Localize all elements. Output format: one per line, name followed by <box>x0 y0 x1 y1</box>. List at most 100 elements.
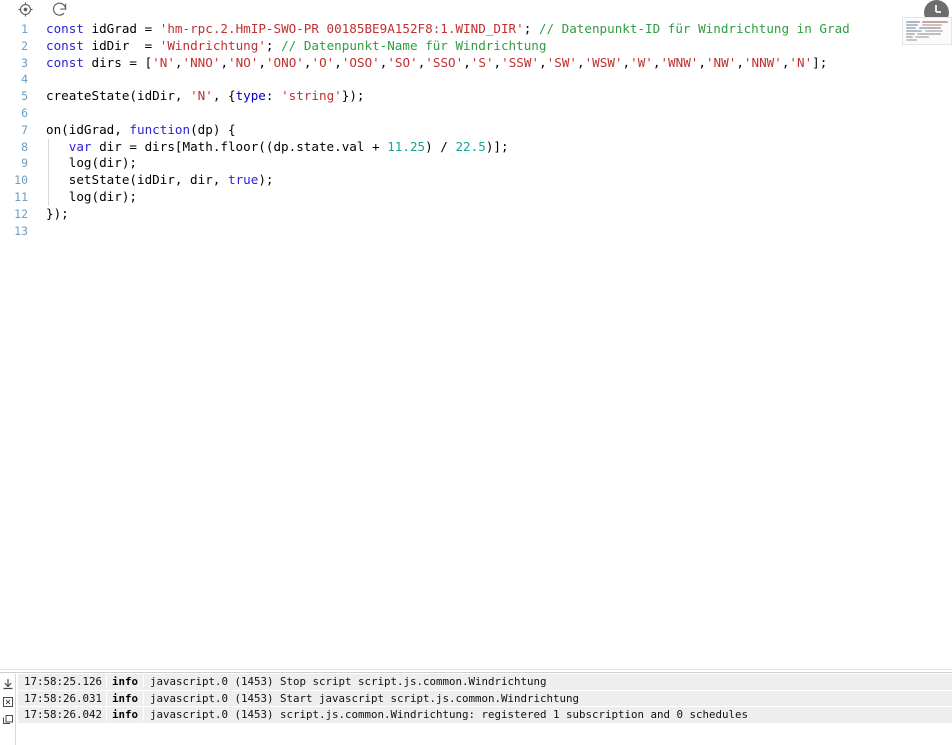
code-text[interactable]: createState(idDir, 'N', {type: 'string'}… <box>34 88 952 105</box>
log-panel: 17:58:25.126 info javascript.0 (1453) Stop… <box>0 674 952 745</box>
token-pun: , { <box>212 88 236 104</box>
token-cmt: // Datenpunkt-ID für Windrichtung in Gra… <box>538 21 850 36</box>
token-pun: , <box>258 54 266 70</box>
script-editor-window: 1 const idGrad = 'hm-rpc.2.HmIP-SWO-PR 00… <box>0 0 952 745</box>
code-text[interactable]: log(dir); <box>34 155 952 172</box>
token-pun: ; <box>523 21 539 36</box>
code-text[interactable] <box>34 71 952 88</box>
token-pun: createState(idDir, <box>46 88 191 104</box>
token-pun: , <box>622 54 631 70</box>
code-text[interactable]: const idDir = 'Windrichtung'; // Datenpu… <box>34 38 952 55</box>
code-line[interactable]: 11 log(dir); <box>0 189 952 206</box>
log-row-list[interactable]: 17:58:25.126 info javascript.0 (1453) Stop… <box>16 674 952 745</box>
token-pun: , <box>698 54 706 70</box>
log-severity: info <box>106 675 145 689</box>
token-pun: , <box>174 54 183 70</box>
code-line[interactable]: 6 <box>0 105 952 122</box>
refresh-icon[interactable] <box>50 1 68 19</box>
code-text[interactable]: const idGrad = 'hm-rpc.2.HmIP-SWO-PR 001… <box>34 21 952 38</box>
token-str: 'Windrichtung' <box>159 37 266 53</box>
code-text[interactable]: log(dir); <box>34 189 952 206</box>
token-str: 'OSO' <box>341 54 380 70</box>
token-num: 11.25 <box>387 138 426 154</box>
token-str: 'N' <box>152 54 175 70</box>
log-timestamp: 17:58:26.031 <box>24 691 103 705</box>
token-str: 'W' <box>630 54 653 70</box>
token-str: 'NNO' <box>182 54 221 70</box>
token-pun: dirs = [ <box>83 54 153 70</box>
copy-log-icon[interactable] <box>1 713 14 726</box>
code-text[interactable]: on(idGrad, function(dp) { <box>34 122 952 139</box>
code-text[interactable] <box>34 105 952 122</box>
token-pun: idDir = <box>83 37 160 53</box>
log-timestamp: 17:58:25.126 <box>24 675 103 689</box>
splitter-grip <box>0 672 952 673</box>
token-str: 'S' <box>470 54 494 70</box>
token-pun: idGrad = <box>83 21 160 36</box>
line-number: 13 <box>14 223 28 238</box>
token-kw: const <box>46 21 84 36</box>
token-str: 'hm-rpc.2.HmIP-SWO-PR 00185BE9A152F8:1.W… <box>159 21 524 36</box>
token-kw: var <box>68 138 92 154</box>
token-pun: on(idGrad, <box>46 121 130 137</box>
code-line[interactable]: 13 <box>0 223 952 240</box>
clear-log-icon[interactable] <box>1 695 14 708</box>
code-text[interactable]: const dirs = ['N','NNO','NO','ONO','O','… <box>34 55 952 72</box>
token-pun: dir = dirs[Math.floor((dp.state.val + <box>91 138 388 154</box>
log-row[interactable]: 17:58:25.126 info javascript.0 (1453) Stop… <box>18 674 952 691</box>
token-pun: }); <box>46 205 69 221</box>
log-message: javascript.0 (1453) Start javascript scr… <box>150 691 580 705</box>
token-pun: , <box>334 54 342 70</box>
token-pun: , <box>463 54 471 70</box>
token-str: 'SO' <box>387 54 418 70</box>
code-line[interactable]: 2 const idDir = 'Windrichtung'; // Datenp… <box>0 38 952 55</box>
code-text[interactable]: var dir = dirs[Math.floor((dp.state.val … <box>34 139 952 156</box>
token-kw: function <box>129 121 191 137</box>
log-severity: info <box>106 708 145 722</box>
token-pun: ]; <box>812 54 828 70</box>
code-line[interactable]: 3 const dirs = ['N','NNO','NO','ONO','O',… <box>0 55 952 72</box>
code-text[interactable]: }); <box>34 206 952 223</box>
token-str: 'SSO' <box>425 54 464 70</box>
line-number: 4 <box>21 72 28 87</box>
log-message: javascript.0 (1453) Stop script script.j… <box>150 675 547 689</box>
token-str: 'N' <box>190 88 213 104</box>
token-str: 'WNW' <box>660 54 699 70</box>
token-pun: , <box>220 54 229 70</box>
token-kw: const <box>46 54 84 70</box>
token-pun <box>46 139 69 154</box>
code-line[interactable]: 4 <box>0 71 952 88</box>
log-row[interactable]: 17:58:26.031 info javascript.0 (1453) Star… <box>18 690 952 707</box>
scroll-to-bottom-icon[interactable] <box>1 677 14 690</box>
token-pun: )]; <box>485 138 509 154</box>
token-str: 'NO' <box>228 54 259 70</box>
line-number: 2 <box>21 38 28 53</box>
code-line[interactable]: 8 var dir = dirs[Math.floor((dp.state.va… <box>0 139 952 156</box>
code-line[interactable]: 9 log(dir); <box>0 155 952 172</box>
code-line[interactable]: 5 createState(idDir, 'N', {type: 'string'… <box>0 88 952 105</box>
code-editor[interactable]: 1 const idGrad = 'hm-rpc.2.HmIP-SWO-PR 00… <box>0 19 952 669</box>
token-pun: }); <box>341 88 365 104</box>
code-text[interactable]: setState(idDir, dir, true); <box>34 172 952 189</box>
token-str: 'O' <box>311 54 335 70</box>
token-cmt: // Datenpunkt-Name für Windrichtung <box>281 37 547 53</box>
token-num: 22.5 <box>455 138 486 154</box>
log-empty-area <box>18 723 952 745</box>
token-str: 'NNW' <box>743 54 782 70</box>
code-line[interactable]: 1 const idGrad = 'hm-rpc.2.HmIP-SWO-PR 00… <box>0 21 952 38</box>
line-number: 8 <box>21 139 28 154</box>
token-pun: (dp) { <box>190 121 236 137</box>
code-line[interactable]: 12}); <box>0 206 952 223</box>
code-text[interactable] <box>34 223 952 240</box>
log-timestamp: 17:58:26.042 <box>24 708 103 722</box>
token-str: 'SSW' <box>501 54 540 70</box>
line-number: 12 <box>14 206 28 221</box>
token-pun: setState(idDir, dir, <box>46 172 228 188</box>
code-line[interactable]: 7 on(idGrad, function(dp) { <box>0 122 952 139</box>
editor-toolbar <box>0 0 952 19</box>
code-line[interactable]: 10 setState(idDir, dir, true); <box>0 172 952 189</box>
line-number: 10 <box>14 173 28 188</box>
locate-icon[interactable] <box>16 1 34 19</box>
code-lines[interactable]: 1 const idGrad = 'hm-rpc.2.HmIP-SWO-PR 00… <box>0 19 952 239</box>
log-row[interactable]: 17:58:26.042 info javascript.0 (1453) scri… <box>18 707 952 724</box>
